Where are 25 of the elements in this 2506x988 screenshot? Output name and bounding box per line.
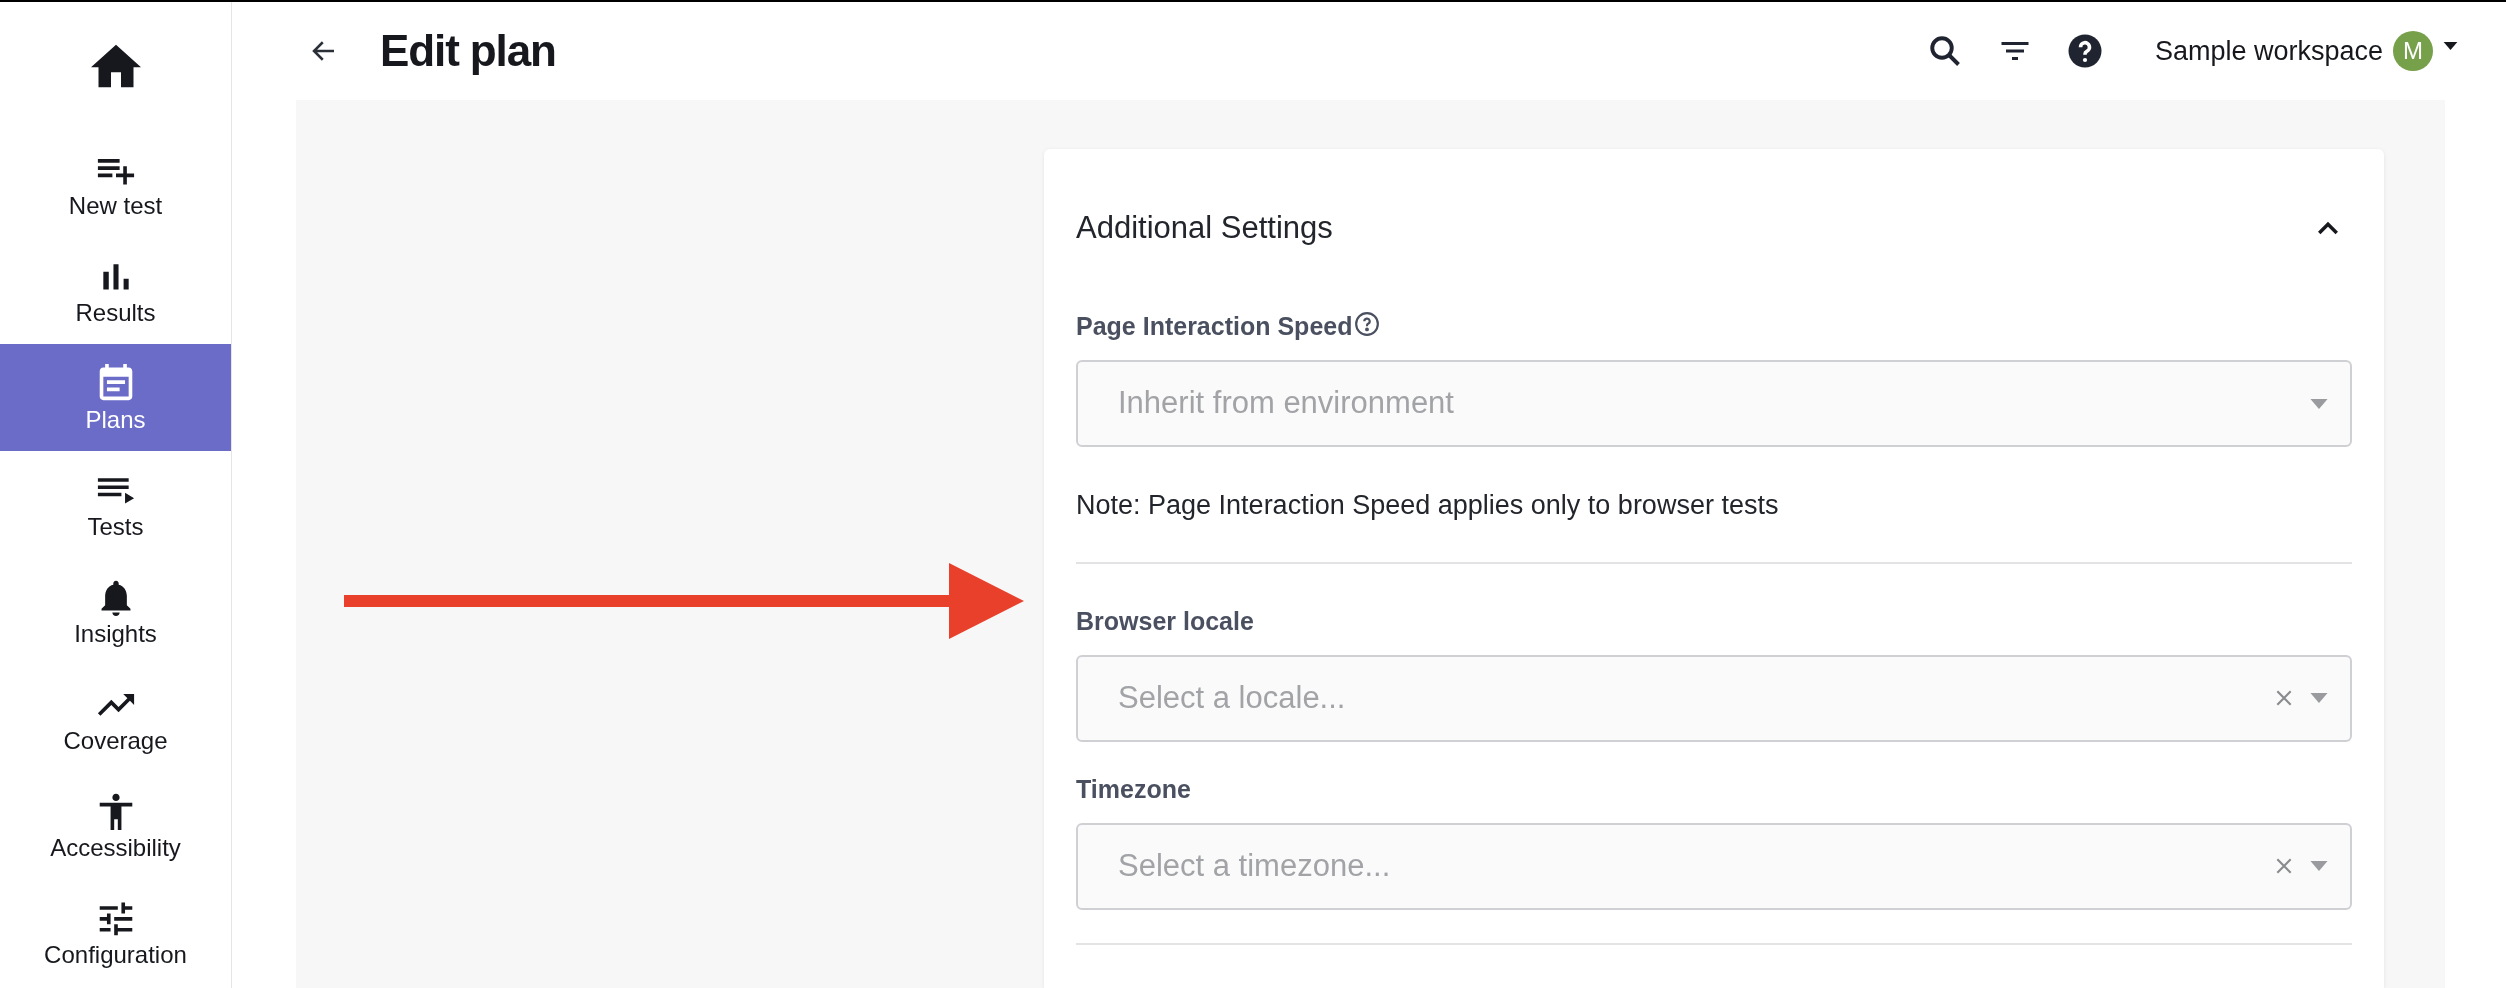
- caret-down-icon: [2310, 398, 2328, 409]
- sidebar-item[interactable]: Results: [0, 237, 231, 344]
- field-note: Note: Page Interaction Speed applies only to browser tests: [1076, 489, 1780, 522]
- field-label: Browser locale: [1076, 605, 1254, 637]
- workspace-menu[interactable]: Sample workspace M: [2154, 30, 2458, 72]
- sidebar-item[interactable]: Insights: [0, 558, 231, 665]
- caret-down-icon: [2310, 861, 2328, 871]
- sidebar-item[interactable]: Configuration: [0, 879, 231, 986]
- card-title: Additional Settings: [1076, 208, 1333, 247]
- sidebar-item[interactable]: Tests: [0, 451, 231, 558]
- page-title: Edit plan: [380, 25, 556, 77]
- field-label: Timezone: [1076, 773, 1191, 805]
- sidebar-item[interactable]: Coverage: [0, 665, 231, 772]
- field-label: Page Interaction Speed: [1076, 311, 1353, 343]
- caret-down-icon: [2310, 693, 2328, 703]
- sidebar-item[interactable]: Plans: [0, 344, 231, 451]
- close-icon[interactable]: [2276, 690, 2292, 706]
- sidebar-item[interactable]: New test: [0, 130, 231, 237]
- caret-down-icon: [2443, 42, 2458, 50]
- sidebar-item[interactable]: Accessibility: [0, 772, 231, 879]
- avatar: M: [2393, 31, 2433, 71]
- close-icon[interactable]: [2276, 858, 2292, 874]
- help-icon: [2066, 33, 2103, 69]
- question-icon: [1354, 311, 1381, 337]
- home-icon: [90, 44, 141, 88]
